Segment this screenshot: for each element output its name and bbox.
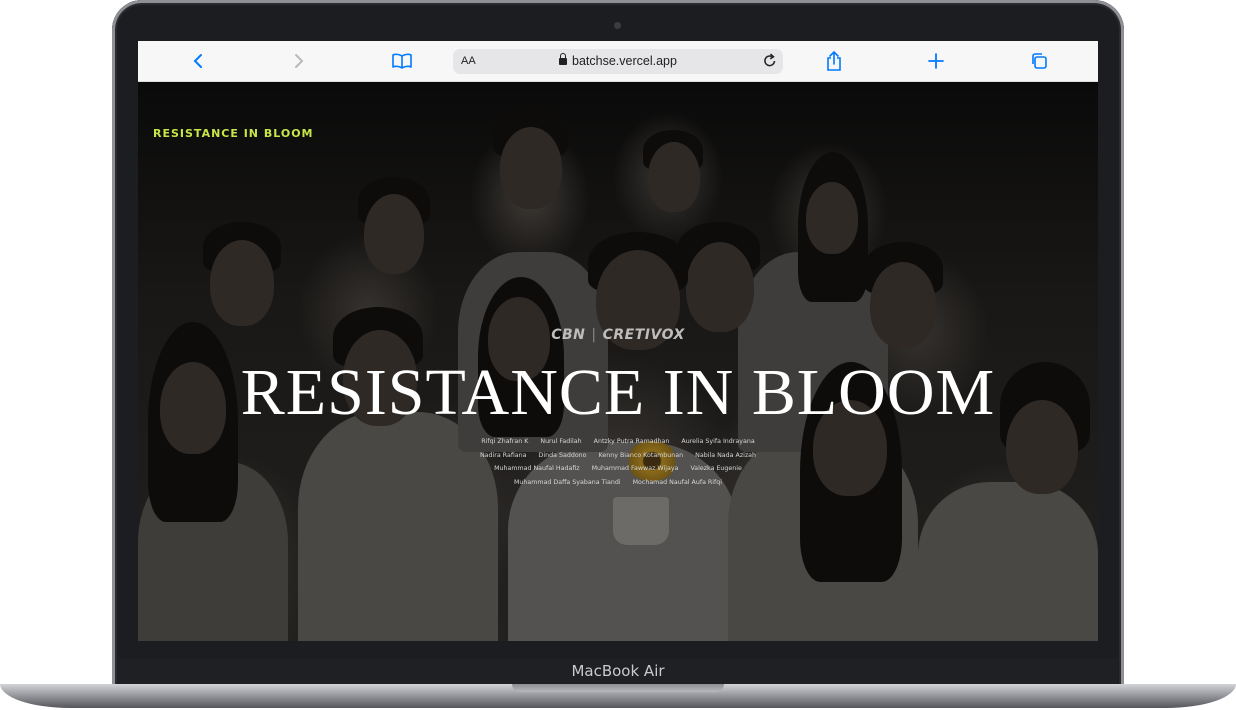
credit-name: Nadira Rafiana	[479, 451, 527, 459]
browser-toolbar: AA batchse.vercel.app	[138, 41, 1098, 82]
credit-name: Aurelia Syifa Indrayana	[681, 438, 755, 445]
site-logo[interactable]: RESISTANCE IN BLOOM	[153, 127, 314, 140]
credits-row: Muhammad Daffa Syabana Tiandi Mochamad N…	[418, 476, 818, 490]
address-bar[interactable]: AA batchse.vercel.app	[453, 49, 783, 74]
laptop-hinge-notch	[512, 684, 724, 692]
book-icon[interactable]	[390, 49, 414, 73]
credit-name: Muhammad Fawwaz Wijaya	[591, 465, 679, 472]
page-title: RESISTANCE IN BLOOM	[240, 356, 996, 429]
share-icon[interactable]	[822, 49, 846, 73]
credit-name: Nabila Nada Azizah	[695, 451, 757, 459]
credit-name: Nurul Fadilah	[540, 438, 582, 445]
plus-icon[interactable]	[924, 49, 948, 73]
credit-name: Mochamad Naufal Aufa Rifqi	[632, 478, 723, 486]
chevron-right-icon[interactable]	[287, 49, 311, 73]
credit-name: Valezka Eugenie	[690, 465, 742, 472]
lock-icon	[559, 53, 568, 65]
sponsor-left: CBN	[551, 327, 586, 343]
chevron-left-icon[interactable]	[186, 49, 210, 73]
tabs-icon[interactable]	[1027, 49, 1051, 73]
credit-name: Kenny Bianco Kotambunan	[598, 451, 684, 459]
credits-row: Muhammad Naufal Hadafiz Muhammad Fawwaz …	[418, 462, 818, 476]
credit-name: Dinda Saddono	[538, 451, 587, 459]
credits-list: Rifqi Zhafran K Nurul Fadilah Antzky Put…	[418, 435, 818, 489]
credit-name: Rifqi Zhafran K	[481, 438, 529, 445]
sponsor-logos: CBN | CRETIVOX	[551, 327, 685, 343]
reload-icon[interactable]	[763, 53, 777, 73]
url-text: batchse.vercel.app	[572, 54, 677, 68]
credits-row: Rifqi Zhafran K Nurul Fadilah Antzky Put…	[418, 435, 818, 449]
credit-name: Muhammad Daffa Syabana Tiandi	[513, 478, 621, 486]
device-label: MacBook Air	[571, 662, 665, 680]
camera	[614, 22, 621, 29]
credit-name: Muhammad Naufal Hadafiz	[494, 465, 580, 472]
sponsor-right: CRETIVOX	[602, 327, 685, 343]
credit-name: Antzky Putra Ramadhan	[593, 438, 670, 445]
hero-image: RESISTANCE IN BLOOM CBN | CRETIVOX RESISTA…	[138, 82, 1098, 641]
laptop-chin: MacBook Air	[118, 658, 1118, 684]
screen: AA batchse.vercel.app RESISTANCE IN BLOO…	[138, 41, 1098, 641]
credits-row: Nadira Rafiana Dinda Saddono Kenny Bianc…	[418, 449, 818, 463]
